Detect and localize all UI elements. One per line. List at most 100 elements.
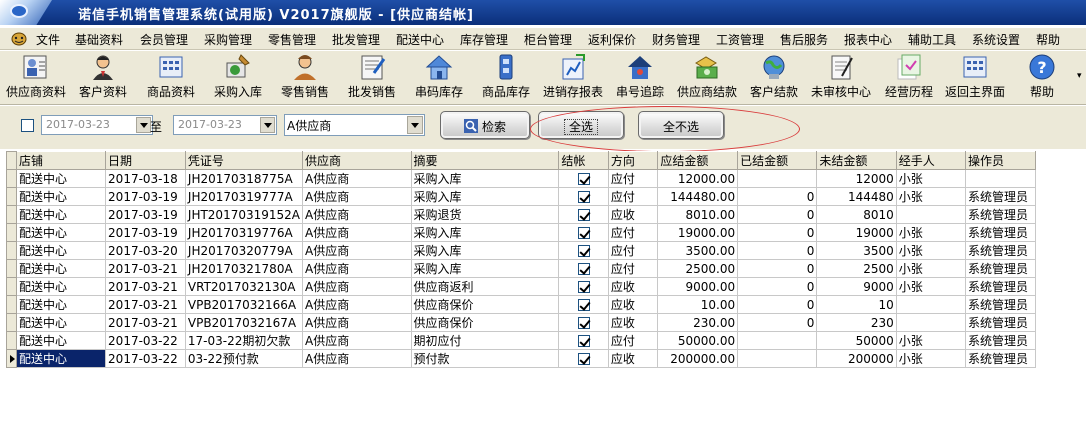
column-header[interactable]: 操作员 xyxy=(965,151,1036,170)
cell-direction[interactable]: 应收 xyxy=(607,349,659,368)
cell-handler[interactable]: 小张 xyxy=(895,241,967,260)
cell-date[interactable]: 2017-03-19 xyxy=(105,223,186,242)
cell-supplier[interactable]: A供应商 xyxy=(302,295,412,314)
cell-settle[interactable] xyxy=(558,169,609,188)
cell-handler[interactable]: 小张 xyxy=(895,331,967,350)
cell-summary[interactable]: 供应商返利 xyxy=(410,277,560,296)
cell-date[interactable]: 2017-03-18 xyxy=(105,169,186,188)
cell-voucher[interactable]: JH20170321780A xyxy=(184,259,304,278)
settle-checkbox-checked[interactable] xyxy=(577,173,590,185)
column-header[interactable]: 方向 xyxy=(607,151,659,170)
row-indicator[interactable] xyxy=(6,259,17,278)
cell-shop[interactable]: 配送中心 xyxy=(15,187,107,206)
cell-date[interactable]: 2017-03-22 xyxy=(105,331,186,350)
cell-operator[interactable]: 系统管理员 xyxy=(965,187,1036,206)
cell-operator[interactable]: 系统管理员 xyxy=(965,295,1036,314)
cell-amount-due[interactable]: 19000.00 xyxy=(657,223,739,242)
cell-settle[interactable] xyxy=(558,331,609,350)
table-row[interactable]: 配送中心 2017-03-19 JHT20170319152A A供应商 采购退货 应收 8… xyxy=(6,205,1036,224)
cell-amount-unsettled[interactable]: 10 xyxy=(816,295,897,314)
menu-basic-data[interactable]: 基础资料 xyxy=(75,31,123,48)
cell-operator[interactable]: 系统管理员 xyxy=(965,349,1036,368)
cell-shop[interactable]: 配送中心 xyxy=(15,349,107,368)
search-button[interactable]: 检索 xyxy=(440,111,530,139)
cell-summary[interactable]: 预付款 xyxy=(410,349,560,368)
cell-direction[interactable]: 应付 xyxy=(607,223,659,242)
cell-date[interactable]: 2017-03-21 xyxy=(105,313,186,332)
cell-voucher[interactable]: JH20170320779A xyxy=(184,241,304,260)
menu-finance[interactable]: 财务管理 xyxy=(652,31,700,48)
date-to-dropdown-icon[interactable] xyxy=(260,117,275,133)
cell-direction[interactable]: 应付 xyxy=(607,169,659,188)
cell-shop[interactable]: 配送中心 xyxy=(15,313,107,332)
cell-amount-unsettled[interactable]: 230 xyxy=(816,313,897,332)
menu-tools[interactable]: 辅助工具 xyxy=(908,31,956,48)
cell-voucher[interactable]: JH20170318775A xyxy=(184,169,304,188)
cell-shop[interactable]: 配送中心 xyxy=(15,223,107,242)
row-indicator[interactable] xyxy=(6,331,17,350)
cell-amount-settled[interactable]: 0 xyxy=(737,205,818,224)
cell-summary[interactable]: 采购入库 xyxy=(410,259,560,278)
cell-supplier[interactable]: A供应商 xyxy=(302,241,412,260)
cell-supplier[interactable]: A供应商 xyxy=(302,259,412,278)
toolbar-return-main-button[interactable]: 返回主界面 xyxy=(944,53,1006,103)
cell-voucher[interactable]: 03-22预付款 xyxy=(184,349,304,368)
cell-operator[interactable]: 系统管理员 xyxy=(965,241,1036,260)
cell-settle[interactable] xyxy=(558,277,609,296)
cell-amount-due[interactable]: 200000.00 xyxy=(657,349,739,368)
cell-shop[interactable]: 配送中心 xyxy=(15,331,107,350)
date-to-picker[interactable]: 2017-03-23 xyxy=(173,115,277,135)
date-from-dropdown-icon[interactable] xyxy=(136,117,151,133)
cell-supplier[interactable]: A供应商 xyxy=(302,313,412,332)
cell-voucher[interactable]: JH20170319777A xyxy=(184,187,304,206)
toolbar-unaudited-center-button[interactable]: 未审核中心 xyxy=(810,53,872,103)
table-row[interactable]: 配送中心 2017-03-22 17-03-22期初欠款 A供应商 期初应付 应付 5000… xyxy=(6,331,1036,350)
row-indicator[interactable] xyxy=(6,187,17,206)
settle-checkbox-checked[interactable] xyxy=(577,335,590,347)
cell-voucher[interactable]: VRT2017032130A xyxy=(184,277,304,296)
row-indicator[interactable] xyxy=(6,349,17,368)
supplier-dropdown-icon[interactable] xyxy=(407,116,423,134)
menu-wholesale[interactable]: 批发管理 xyxy=(332,31,380,48)
toolbar-inventory-report-button[interactable]: 进销存报表 xyxy=(540,53,606,103)
row-indicator[interactable] xyxy=(6,205,17,224)
cell-amount-settled[interactable]: 0 xyxy=(737,295,818,314)
cell-direction[interactable]: 应收 xyxy=(607,277,659,296)
cell-handler[interactable] xyxy=(895,205,967,224)
toolbar-serial-stock-button[interactable]: 串码库存 xyxy=(412,53,466,103)
date-filter-checkbox[interactable] xyxy=(21,119,34,132)
settle-checkbox-checked[interactable] xyxy=(577,263,590,275)
cell-amount-unsettled[interactable]: 19000 xyxy=(816,223,897,242)
menu-counter[interactable]: 柜台管理 xyxy=(524,31,572,48)
cell-shop[interactable]: 配送中心 xyxy=(15,277,107,296)
cell-handler[interactable]: 小张 xyxy=(895,349,967,368)
cell-shop[interactable]: 配送中心 xyxy=(15,241,107,260)
cell-amount-unsettled[interactable]: 200000 xyxy=(816,349,897,368)
settle-checkbox-checked[interactable] xyxy=(577,317,590,329)
cell-direction[interactable]: 应收 xyxy=(607,313,659,332)
cell-handler[interactable]: 小张 xyxy=(895,277,967,296)
cell-handler[interactable]: 小张 xyxy=(895,223,967,242)
cell-amount-settled[interactable]: 0 xyxy=(737,259,818,278)
toolbar-customer-payment-button[interactable]: 客户结款 xyxy=(748,53,800,103)
cell-supplier[interactable]: A供应商 xyxy=(302,205,412,224)
cell-amount-settled[interactable]: 0 xyxy=(737,223,818,242)
table-row[interactable]: 配送中心 2017-03-21 VPB2017032167A A供应商 供应商保价 应收 2… xyxy=(6,313,1036,332)
cell-supplier[interactable]: A供应商 xyxy=(302,187,412,206)
cell-operator[interactable]: 系统管理员 xyxy=(965,313,1036,332)
row-indicator[interactable] xyxy=(6,277,17,296)
cell-amount-unsettled[interactable]: 12000 xyxy=(816,169,897,188)
cell-amount-unsettled[interactable]: 50000 xyxy=(816,331,897,350)
cell-summary[interactable]: 供应商保价 xyxy=(410,295,560,314)
cell-settle[interactable] xyxy=(558,205,609,224)
cell-direction[interactable]: 应付 xyxy=(607,241,659,260)
column-header[interactable]: 已结金额 xyxy=(737,151,818,170)
menu-inventory[interactable]: 库存管理 xyxy=(460,31,508,48)
cell-amount-due[interactable]: 8010.00 xyxy=(657,205,739,224)
cell-handler[interactable] xyxy=(895,295,967,314)
menu-settings[interactable]: 系统设置 xyxy=(972,31,1020,48)
cell-direction[interactable]: 应收 xyxy=(607,205,659,224)
cell-summary[interactable]: 采购入库 xyxy=(410,187,560,206)
cell-supplier[interactable]: A供应商 xyxy=(302,223,412,242)
cell-amount-settled[interactable] xyxy=(737,349,818,368)
